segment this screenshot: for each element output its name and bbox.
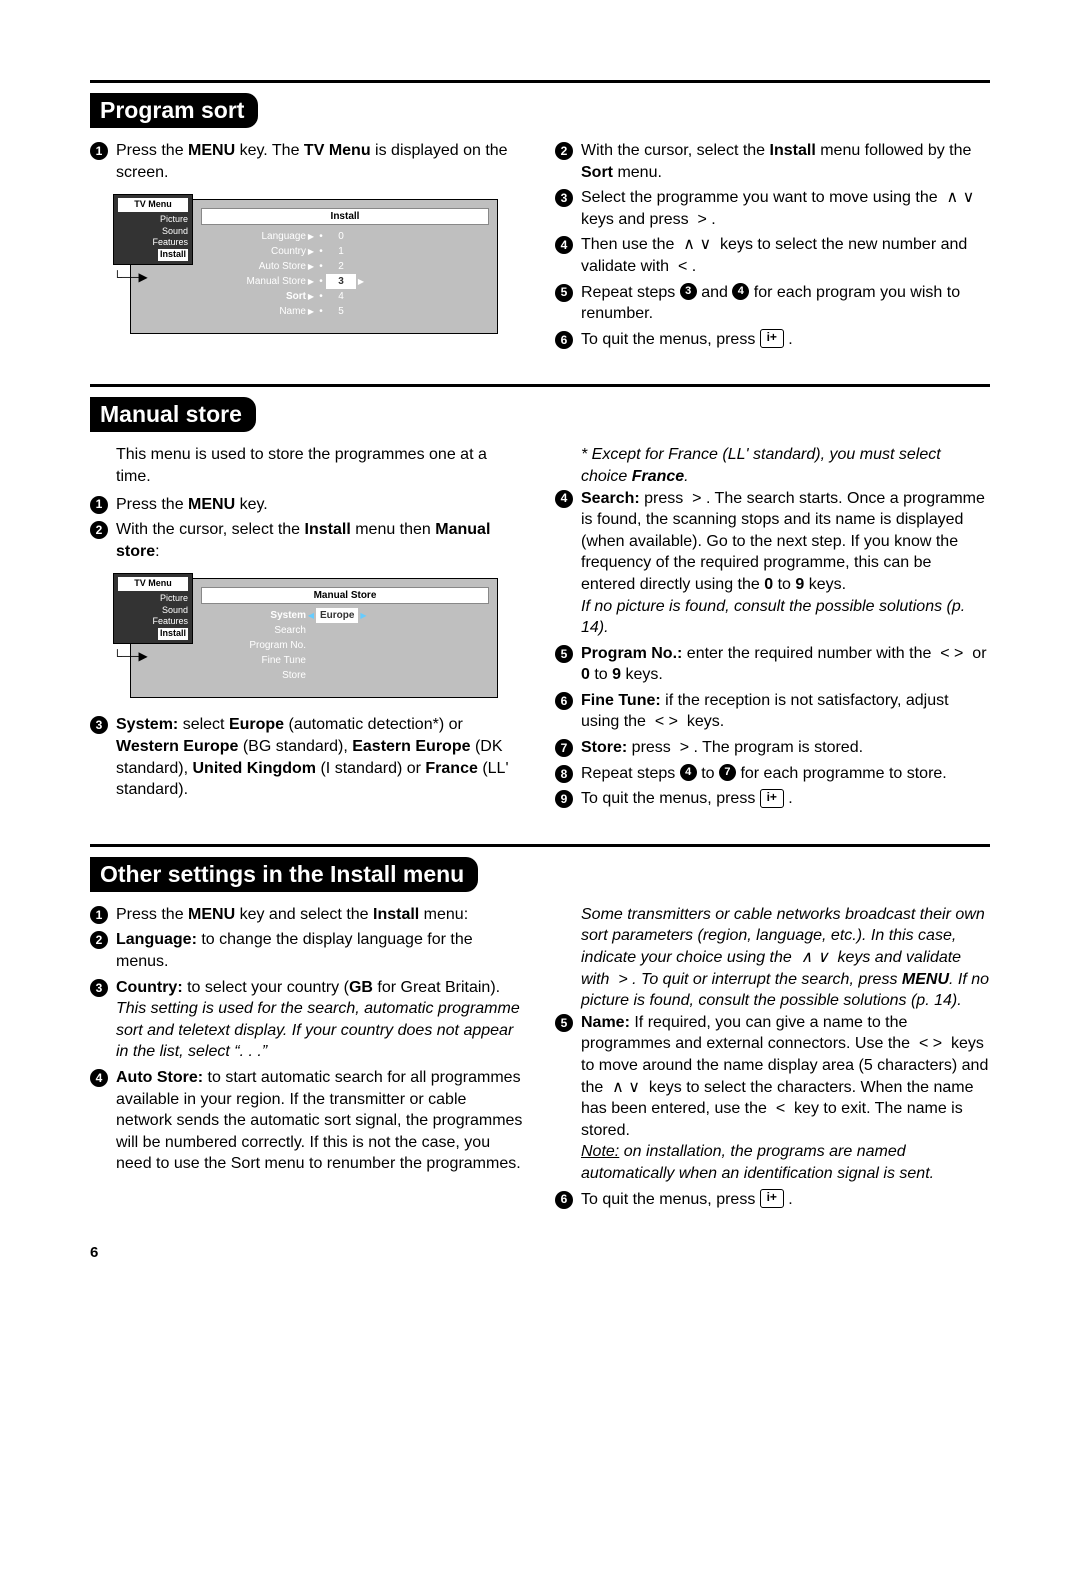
ms-step-6: 6Fine Tune: if the reception is not sati… <box>555 690 990 733</box>
ms-intro: This menu is used to store the programme… <box>116 444 525 487</box>
info-key-icon: i+ <box>760 1189 784 1208</box>
program-sort-title: Program sort <box>90 93 258 128</box>
os-step-4: 4Auto Store: to start automatic search f… <box>90 1067 525 1175</box>
ms-step-4: 4 Search: press > . The search starts. O… <box>555 488 990 639</box>
ms-step-5: 5Program No.: enter the required number … <box>555 643 990 686</box>
ps-step-5: 5 Repeat steps 3 and 4 for each program … <box>555 282 990 325</box>
ms-step-1: 1Press the MENU key. <box>90 494 525 516</box>
os-step-5: 5 Name: If required, you can give a name… <box>555 1012 990 1185</box>
ps-step-2: 2With the cursor, select the Install men… <box>555 140 990 183</box>
os-step-1: 1Press the MENU key and select the Insta… <box>90 904 525 926</box>
ms-step-3: 3System: select Europe (automatic detect… <box>90 714 525 800</box>
ms-step-7: 7Store: press > . The program is stored. <box>555 737 990 759</box>
ms-step-9: 9 To quit the menus, press i+ . <box>555 788 990 810</box>
ms-step-8: 8 Repeat steps 4 to 7 for each programme… <box>555 763 990 785</box>
ps-step-1: 1 Press the MENU key. The TV Menu is dis… <box>90 140 525 183</box>
manual-store-diagram: TV Menu Picture Sound Features Install └… <box>130 578 525 698</box>
os-transmitter-note: Some transmitters or cable networks broa… <box>581 904 990 1012</box>
other-settings-title: Other settings in the Install menu <box>90 857 478 892</box>
os-step-6: 6 To quit the menus, press i+ . <box>555 1189 990 1211</box>
os-step-2: 2Language: to change the display languag… <box>90 929 525 972</box>
ps-step-3: 3Select the programme you want to move u… <box>555 187 990 230</box>
install-menu-diagram: TV Menu Picture Sound Features Install └… <box>130 199 525 334</box>
ms-france-note: * Except for France (LL' standard), you … <box>581 444 990 487</box>
info-key-icon: i+ <box>760 789 784 808</box>
ps-step-4: 4Then use the ∧ ∨ keys to select the new… <box>555 234 990 277</box>
info-key-icon: i+ <box>760 329 784 348</box>
ms-step-2: 2With the cursor, select the Install men… <box>90 519 525 562</box>
manual-store-title: Manual store <box>90 397 256 432</box>
os-step-3: 3 Country: to select your country (GB fo… <box>90 977 525 1063</box>
ps-step-6: 6 To quit the menus, press i+ . <box>555 329 990 351</box>
page-number: 6 <box>90 1244 990 1261</box>
